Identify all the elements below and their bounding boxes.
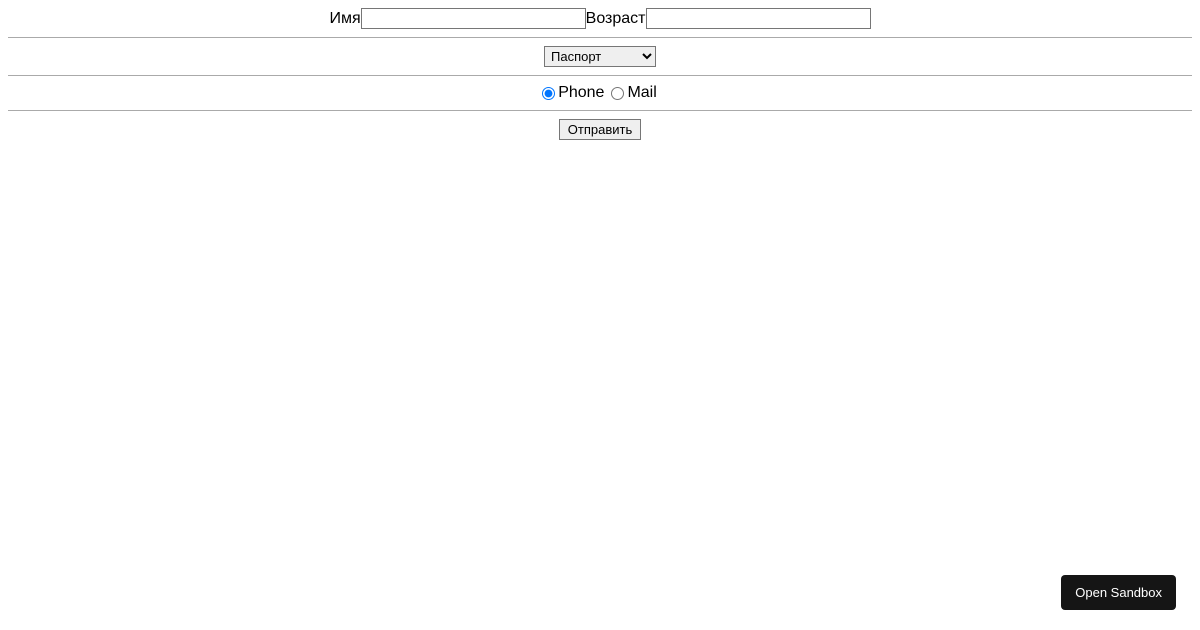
- open-sandbox-button[interactable]: Open Sandbox: [1061, 575, 1176, 610]
- document-select[interactable]: Паспорт: [544, 46, 656, 67]
- form-container: Имя Возраст Паспорт Phone Mail Отправить: [0, 0, 1200, 156]
- radio-mail-label: Mail: [627, 84, 656, 102]
- radio-mail[interactable]: [611, 87, 624, 100]
- name-input[interactable]: [361, 8, 586, 29]
- radio-phone[interactable]: [542, 87, 555, 100]
- radio-group: Phone Mail: [539, 84, 661, 102]
- age-label: Возраст: [586, 10, 646, 28]
- radio-phone-label: Phone: [558, 84, 604, 102]
- row-radio: Phone Mail: [8, 76, 1192, 111]
- row-submit: Отправить: [8, 111, 1192, 148]
- age-input[interactable]: [646, 8, 871, 29]
- row-select: Паспорт: [8, 38, 1192, 76]
- submit-button[interactable]: Отправить: [559, 119, 641, 140]
- row-name-age: Имя Возраст: [8, 8, 1192, 38]
- name-label: Имя: [329, 10, 360, 28]
